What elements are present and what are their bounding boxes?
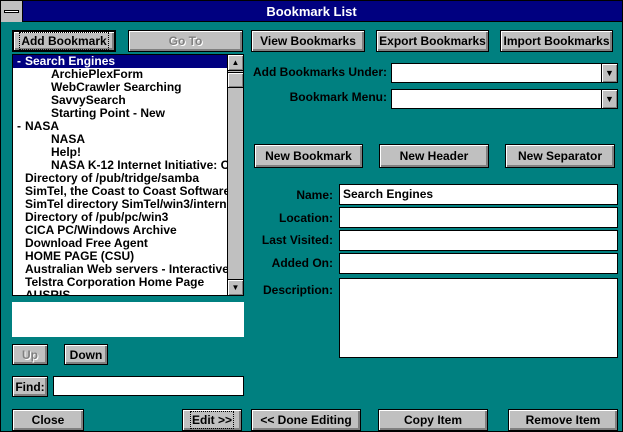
location-field[interactable] xyxy=(339,207,618,228)
bookmark-menu-label: Bookmark Menu: xyxy=(289,90,387,104)
bookmark-label: Australian Web servers - Interactive xyxy=(25,262,227,276)
bookmark-label: Help! xyxy=(51,145,81,159)
bookmark-label: SavvySearch xyxy=(51,93,126,107)
add-under-select[interactable]: ▼ xyxy=(391,63,618,83)
view-bookmarks-button[interactable]: View Bookmarks xyxy=(251,30,365,52)
find-button[interactable]: Find: xyxy=(12,376,48,397)
new-bookmark-button[interactable]: New Bookmark xyxy=(254,144,363,168)
name-field[interactable]: Search Engines xyxy=(339,184,618,205)
title-bar: Bookmark List xyxy=(1,1,622,22)
bookmark-label: Directory of /pub/tridge/samba xyxy=(25,171,200,185)
up-button[interactable]: Up xyxy=(12,344,48,365)
edit-button[interactable]: Edit >> xyxy=(182,409,242,431)
export-bookmarks-button[interactable]: Export Bookmarks xyxy=(376,30,489,52)
description-field[interactable] xyxy=(339,278,618,358)
collapse-toggle[interactable]: - xyxy=(13,120,25,133)
bookmark-list[interactable]: - Search Engines ArchiePlexForm WebCrawler … xyxy=(12,54,244,296)
added-on-field[interactable] xyxy=(339,253,618,274)
go-to-button[interactable]: Go To xyxy=(128,30,243,52)
window-title: Bookmark List xyxy=(266,4,357,19)
arrow-up-icon[interactable]: ▲ xyxy=(228,55,243,71)
copy-item-button[interactable]: Copy Item xyxy=(378,409,488,431)
down-button[interactable]: Down xyxy=(64,344,108,365)
preview-pane xyxy=(12,302,244,337)
chevron-down-icon[interactable]: ▼ xyxy=(601,64,617,82)
arrow-down-icon[interactable]: ▼ xyxy=(228,279,243,295)
add-bookmark-button[interactable]: Add Bookmark xyxy=(12,30,116,52)
bookmark-label: CICA PC/Windows Archive xyxy=(25,223,177,237)
bookmark-menu-select[interactable]: ▼ xyxy=(391,89,618,109)
new-separator-button[interactable]: New Separator xyxy=(505,144,615,168)
bookmark-label: Telstra Corporation Home Page xyxy=(25,275,205,289)
remove-item-button[interactable]: Remove Item xyxy=(508,409,618,431)
scroll-thumb[interactable] xyxy=(228,72,243,88)
bookmark-list-window: Bookmark List Add Bookmark Go To View Bo… xyxy=(0,0,623,432)
bookmark-label: NASA xyxy=(25,119,60,133)
bookmark-label: ArchiePlexForm xyxy=(51,67,144,81)
last-visited-field[interactable] xyxy=(339,230,618,251)
list-scrollbar[interactable]: ▲ ▼ xyxy=(227,55,243,295)
bookmark-label: NASA xyxy=(51,132,86,146)
bookmark-label: WebCrawler Searching xyxy=(51,80,182,94)
added-on-label: Added On: xyxy=(271,256,333,270)
done-editing-button[interactable]: << Done Editing xyxy=(251,409,361,431)
bookmark-list-items: - Search Engines ArchiePlexForm WebCrawler … xyxy=(13,55,227,295)
last-visited-label: Last Visited: xyxy=(261,233,333,247)
find-input[interactable] xyxy=(53,376,244,396)
collapse-toggle[interactable]: - xyxy=(13,55,25,68)
import-bookmarks-button[interactable]: Import Bookmarks xyxy=(500,30,613,52)
bookmark-label: Starting Point - New xyxy=(51,106,165,120)
name-label: Name: xyxy=(296,188,333,202)
system-menu-icon[interactable] xyxy=(1,1,23,22)
close-button[interactable]: Close xyxy=(12,409,84,431)
add-under-label: Add Bookmarks Under: xyxy=(253,65,388,79)
bookmark-label: Download Free Agent xyxy=(25,236,148,250)
bookmark-label: SimTel directory SimTel/win3/intern xyxy=(25,197,227,211)
location-label: Location: xyxy=(279,211,333,225)
description-label: Description: xyxy=(262,283,333,297)
bookmark-label: Directory of /pub/pc/win3 xyxy=(25,210,169,224)
bookmark-label: HOME PAGE (CSU) xyxy=(25,249,135,263)
bookmark-label: AUSRIS xyxy=(25,288,71,296)
bookmark-label: SimTel, the Coast to Coast Software xyxy=(25,184,227,198)
bookmark-label: NASA K-12 Internet Initiative: On xyxy=(51,158,227,172)
bookmark-item[interactable]: AUSRIS xyxy=(13,288,227,296)
new-header-button[interactable]: New Header xyxy=(379,144,489,168)
chevron-down-icon[interactable]: ▼ xyxy=(601,90,617,108)
